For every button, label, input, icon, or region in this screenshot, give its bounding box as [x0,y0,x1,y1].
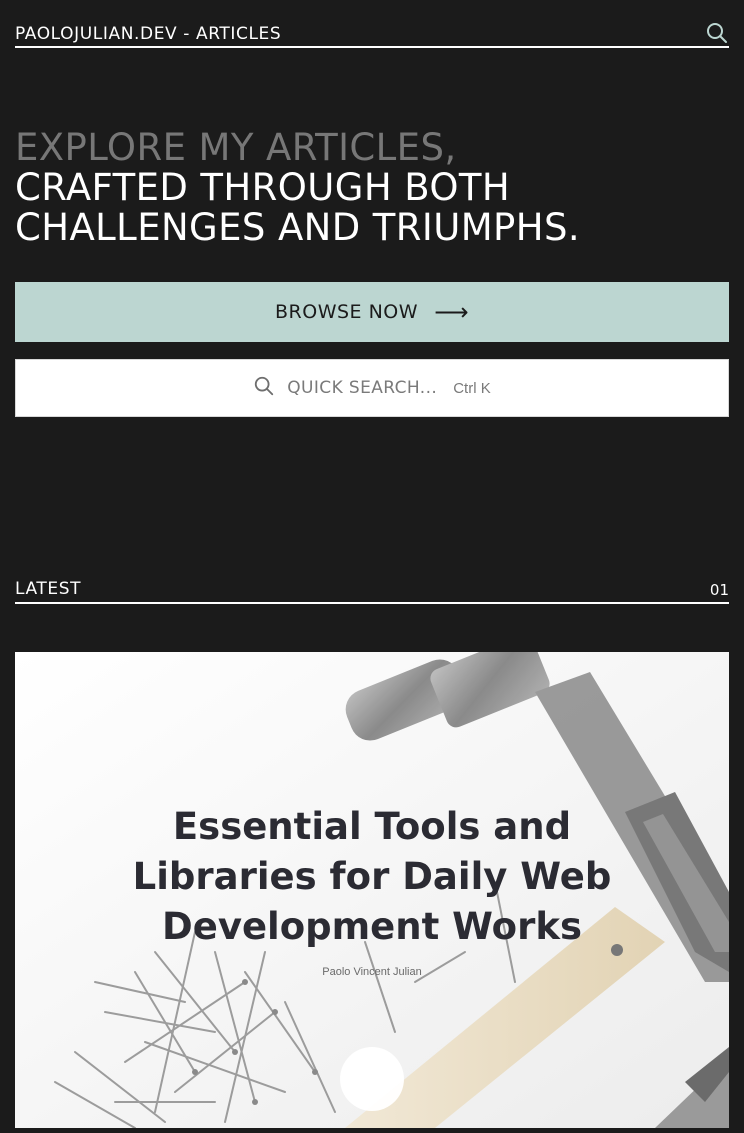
article-author: Paolo Vincent Julian [322,966,422,978]
arrow-right-icon: ⟶ [434,298,469,326]
article-title-line: Essential Tools and [172,805,572,848]
latest-count: 01 [709,581,729,599]
quick-search-placeholder: QUICK SEARCH... [287,378,438,398]
keyboard-shortcut-hint: Ctrl K [453,379,491,397]
search-icon[interactable] [705,21,729,45]
hero-line-2: CRAFTED THROUGH BOTH [15,166,511,209]
latest-section-header: LATEST 01 [15,576,729,604]
page: PAOLOJULIAN.DEV - ARTICLES EXPLORE MY AR… [0,0,744,1133]
hero-line-3: CHALLENGES AND TRIUMPHS. [15,206,580,249]
browse-now-button[interactable]: BROWSE NOW ⟶ [15,282,729,342]
quick-search-input[interactable]: QUICK SEARCH... Ctrl K [15,359,729,417]
latest-label: LATEST [15,579,82,599]
top-header: PAOLOJULIAN.DEV - ARTICLES [15,20,729,48]
article-title-line: Development Works [162,905,582,948]
browse-now-label: BROWSE NOW [275,301,419,323]
search-icon [253,375,275,401]
article-card[interactable]: Essential Tools and Libraries for Daily … [15,652,729,1128]
site-title[interactable]: PAOLOJULIAN.DEV - ARTICLES [15,24,281,44]
hero-heading: EXPLORE MY ARTICLES, CRAFTED THROUGH BOT… [15,128,729,248]
article-title-line: Libraries for Daily Web [132,855,612,898]
hero-line-muted: EXPLORE MY ARTICLES, [15,126,457,169]
article-title[interactable]: Essential Tools and Libraries for Daily … [15,802,729,952]
